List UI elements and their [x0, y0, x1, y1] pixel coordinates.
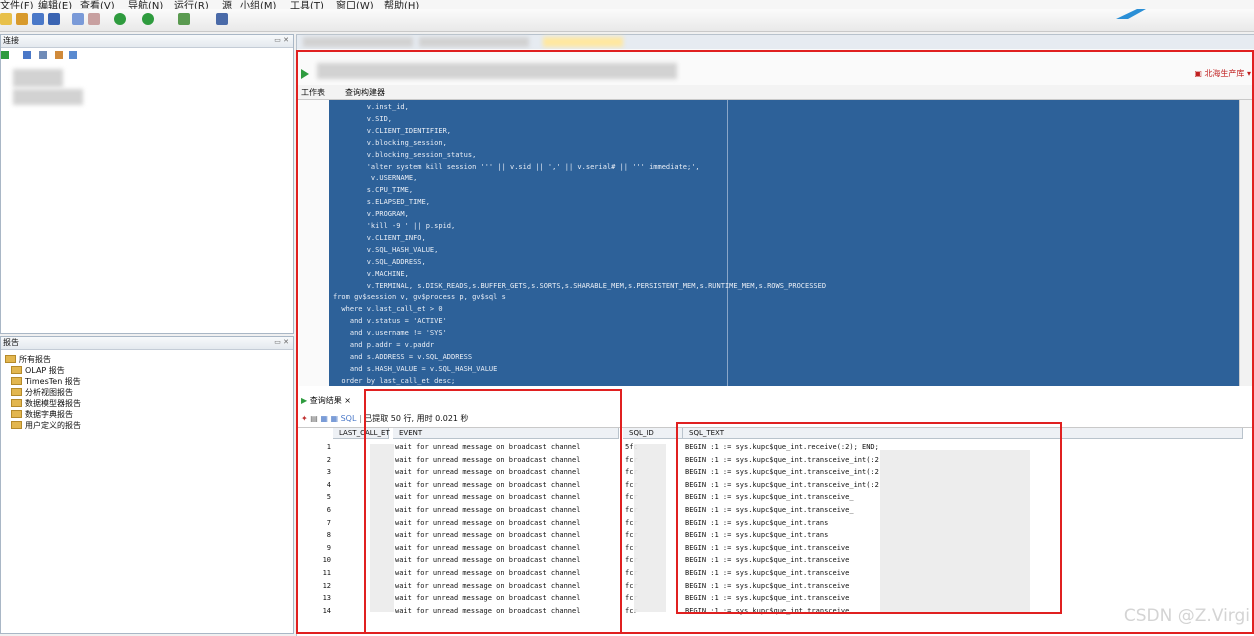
folder-icon: [11, 377, 22, 385]
folder-icon: [5, 355, 16, 363]
blurred-connection[interactable]: [13, 89, 83, 105]
menu-view[interactable]: 查看(V): [80, 0, 115, 9]
folder-icon: [11, 421, 22, 429]
editor-tabs: [297, 35, 1254, 49]
menu-source[interactable]: 源: [222, 0, 232, 9]
folder-icon: [11, 399, 22, 407]
connections-title: 连接: [1, 35, 293, 48]
filter-icon[interactable]: [39, 51, 47, 59]
menu-run[interactable]: 运行(R): [174, 0, 209, 9]
main-toolbar: [0, 9, 1254, 32]
panel-window-buttons[interactable]: ▭ ✕: [274, 36, 289, 44]
binoculars-icon[interactable]: [216, 13, 228, 25]
connections-toolbar: [1, 49, 293, 63]
report-analytic-views[interactable]: 分析视图报告: [11, 387, 73, 398]
folder-icon: [11, 388, 22, 396]
redacted-region: [634, 444, 666, 612]
menu-team[interactable]: 小组(M): [240, 0, 276, 9]
schema-browser-icon[interactable]: [55, 51, 63, 59]
run-icon[interactable]: [178, 13, 190, 25]
menu-window[interactable]: 窗口(W): [336, 0, 374, 9]
app-logo-icon: [1116, 9, 1146, 19]
menu-file[interactable]: 文件(F): [0, 0, 34, 9]
new-icon[interactable]: [0, 13, 12, 25]
highlight-box-event: [364, 389, 622, 634]
menu-bar: 文件(F) 编辑(E) 查看(V) 导航(N) 运行(R) 源 小组(M) 工具…: [0, 0, 1254, 9]
report-data-dictionary[interactable]: 数据字典报告: [11, 409, 73, 420]
menu-edit[interactable]: 编辑(E): [38, 0, 72, 9]
menu-navigate[interactable]: 导航(N): [128, 0, 163, 9]
reports-panel: 报告 ▭ ✕ 所有报告 OLAP 报告 TimesTen 报告 分析视图报告 数…: [0, 336, 294, 634]
menu-tools[interactable]: 工具(T): [290, 0, 324, 9]
refresh-icon[interactable]: [23, 51, 31, 59]
active-tab[interactable]: [543, 37, 623, 47]
back-icon[interactable]: [114, 13, 126, 25]
report-user-defined[interactable]: 用户定义的报告: [11, 420, 81, 431]
reports-title: 报告: [1, 337, 293, 350]
connections-panel: 连接 ▭ ✕: [0, 34, 294, 334]
add-connection-icon[interactable]: [1, 51, 9, 59]
watermark: CSDN @Z.Virgi: [1123, 606, 1250, 626]
open-icon[interactable]: [16, 13, 28, 25]
blurred-connection[interactable]: [13, 69, 63, 87]
redo-icon[interactable]: [88, 13, 100, 25]
report-timesten[interactable]: TimesTen 报告: [11, 376, 81, 387]
menu-help[interactable]: 帮助(H): [384, 0, 419, 9]
panel-window-buttons[interactable]: ▭ ✕: [274, 338, 289, 346]
report-olap[interactable]: OLAP 报告: [11, 365, 65, 376]
folder-icon: [11, 410, 22, 418]
redacted-region: [880, 450, 1030, 612]
save-all-icon[interactable]: [48, 13, 60, 25]
blurred-tab[interactable]: [419, 37, 529, 47]
report-all[interactable]: 所有报告: [5, 354, 51, 365]
forward-icon[interactable]: [142, 13, 154, 25]
undo-icon[interactable]: [72, 13, 84, 25]
report-data-modeler[interactable]: 数据模型器报告: [11, 398, 81, 409]
import-icon[interactable]: [69, 51, 77, 59]
redacted-region: [370, 444, 394, 612]
save-icon[interactable]: [32, 13, 44, 25]
folder-icon: [11, 366, 22, 374]
blurred-tab[interactable]: [303, 37, 413, 47]
